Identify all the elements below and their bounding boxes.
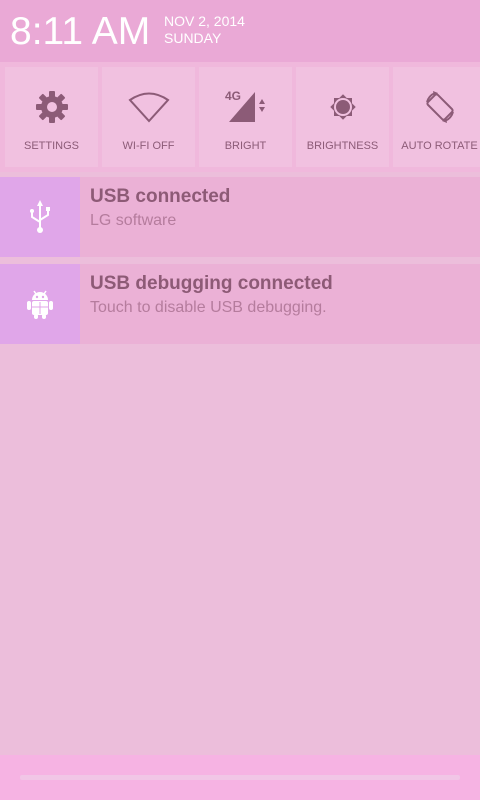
status-header: 8:11 AM NOV 2, 2014 SUNDAY bbox=[0, 0, 480, 62]
gear-icon bbox=[5, 87, 98, 127]
qs-label-bright: BRIGHT bbox=[224, 140, 267, 152]
usb-icon bbox=[0, 177, 80, 257]
notification-title: USB debugging connected bbox=[90, 273, 333, 294]
clock: 8:11 AM bbox=[10, 10, 151, 53]
date-block[interactable]: NOV 2, 2014 SUNDAY bbox=[164, 13, 245, 47]
drag-handle[interactable] bbox=[20, 775, 460, 780]
qs-label-wifi: WI-FI OFF bbox=[122, 140, 175, 152]
signal-4g-icon: 4G bbox=[199, 87, 292, 127]
svg-text:4G: 4G bbox=[225, 89, 241, 103]
android-bug-icon bbox=[0, 264, 80, 344]
day-label: SUNDAY bbox=[164, 30, 222, 46]
brightness-icon bbox=[296, 87, 389, 127]
quick-settings-panel: SETTINGS WI-FI OFF 4G BRIGHT BRIGHTNESS … bbox=[0, 62, 480, 172]
qs-label-auto-rotate: AUTO ROTATE bbox=[401, 140, 478, 152]
date-label: NOV 2, 2014 bbox=[164, 13, 245, 29]
qs-tile-data[interactable]: 4G BRIGHT bbox=[199, 67, 292, 167]
qs-tile-brightness[interactable]: BRIGHTNESS bbox=[296, 67, 389, 167]
auto-rotate-icon bbox=[393, 87, 480, 127]
notification-usb-debugging[interactable]: USB debugging connected Touch to disable… bbox=[0, 264, 480, 344]
notification-text: Touch to disable USB debugging. bbox=[90, 299, 327, 316]
qs-tile-wifi[interactable]: WI-FI OFF bbox=[102, 67, 195, 167]
notification-title: USB connected bbox=[90, 186, 231, 207]
qs-label-settings: SETTINGS bbox=[23, 140, 79, 152]
qs-tile-auto-rotate[interactable]: AUTO ROTATE bbox=[393, 67, 480, 167]
qs-tile-settings[interactable]: SETTINGS bbox=[5, 67, 98, 167]
notification-usb-connected[interactable]: USB connected LG software bbox=[0, 177, 480, 257]
bottom-drag-bar[interactable] bbox=[0, 755, 480, 800]
wifi-icon bbox=[102, 87, 195, 127]
qs-label-brightness: BRIGHTNESS bbox=[306, 140, 379, 152]
notification-text: LG software bbox=[90, 212, 177, 229]
